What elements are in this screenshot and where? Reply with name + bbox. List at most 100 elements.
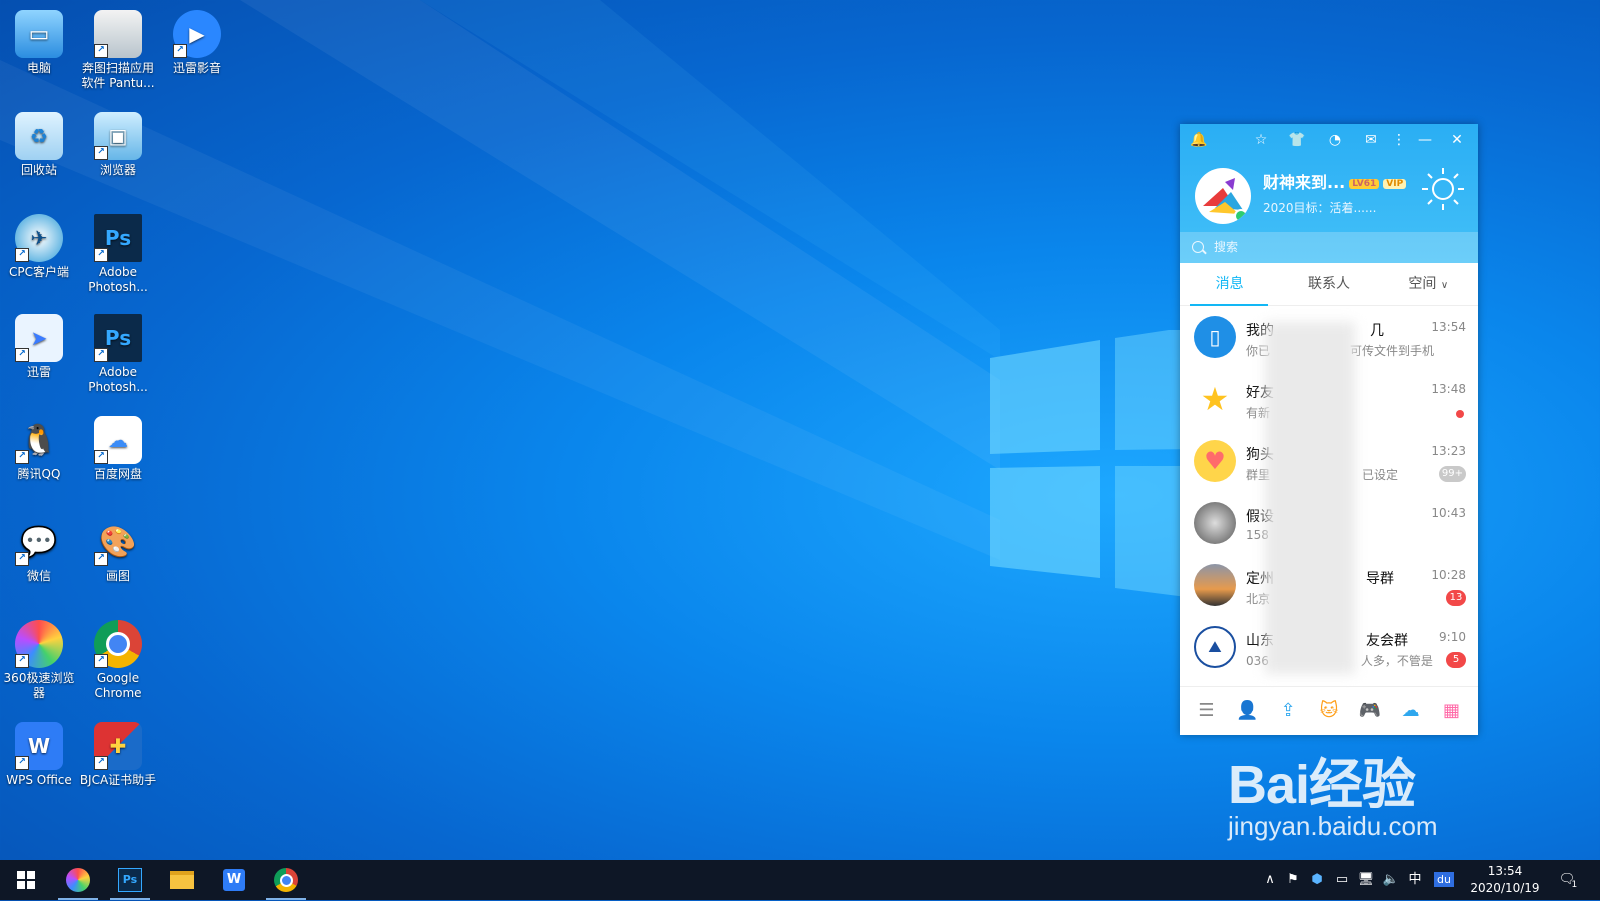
tray-baidu-icon[interactable]: du xyxy=(1434,860,1454,900)
qq-penguin-icon: 🐧 ↗ xyxy=(15,416,63,464)
qq-header: 🔔 ☆ 👕 ◔ ✉ ⋮ — ✕ 财神来到... LV61 VIP 2020目标：活着… xyxy=(1180,124,1478,263)
vip-badge: VIP xyxy=(1383,178,1407,189)
mail-icon[interactable]: ✉ xyxy=(1362,131,1380,149)
taskbar-clock[interactable]: 13:54 2020/10/19 xyxy=(1462,863,1548,897)
desktop-icon-browser[interactable]: ▣ ↗ 浏览器 xyxy=(79,108,157,178)
level-badge: LV61 xyxy=(1349,178,1380,189)
taskbar-wps[interactable]: W xyxy=(210,864,258,896)
unread-count-badge: 13 xyxy=(1446,590,1466,606)
medal-icon[interactable]: ◔ xyxy=(1326,131,1344,149)
notification-count: 1 xyxy=(1571,880,1578,890)
taskbar: Ps W ∧ ⚑ ⬢ ▭ 🖥 🔈 中 du 13:54 2020/10/19 🗨… xyxy=(0,860,1600,900)
wechat-icon: 💬 ↗ xyxy=(15,518,63,566)
desktop-icon-google-chrome[interactable]: ↗ Google Chrome xyxy=(79,616,157,701)
tray-network-icon[interactable]: 🖥 xyxy=(1356,860,1376,900)
desktop-icon-computer[interactable]: ▭ 电脑 xyxy=(0,6,78,76)
game-controller-icon[interactable]: 🎮 xyxy=(1359,700,1381,722)
tray-volume-icon[interactable]: 🔈 xyxy=(1381,860,1401,900)
desktop-icon-wechat[interactable]: 💬 ↗ 微信 xyxy=(0,514,78,584)
360-browser-icon xyxy=(66,868,90,892)
shirt-icon[interactable]: 👕 xyxy=(1288,131,1306,149)
desktop-icon-photoshop-2[interactable]: Ps ↗ Adobe Photosh... xyxy=(79,310,157,395)
tab-messages[interactable]: 消息 xyxy=(1180,263,1279,305)
qq-bottom-toolbar: ☰ 👤 ⇪ 🐱 🎮 ☁ ▦ xyxy=(1180,686,1478,735)
chevron-down-icon: ∨ xyxy=(1440,280,1449,291)
action-center-button[interactable]: 🗨 1 xyxy=(1552,860,1592,900)
friend-star-icon: ★ xyxy=(1194,378,1236,420)
tray-ime-indicator[interactable]: 中 xyxy=(1405,860,1425,900)
qq-titlebar[interactable]: 🔔 ☆ 👕 ◔ ✉ ⋮ — ✕ xyxy=(1180,124,1478,156)
desktop-icon-baidu-netdisk[interactable]: ☁ ↗ 百度网盘 xyxy=(79,412,157,482)
star-icon[interactable]: ☆ xyxy=(1252,131,1270,149)
recycle-bin-icon: ♻ xyxy=(15,112,63,160)
wps-icon: W xyxy=(223,869,245,891)
phone-avatar-icon: ▯ xyxy=(1194,316,1236,358)
pet-icon[interactable]: 🐱 xyxy=(1318,700,1340,722)
baidu-jingyan-watermark: Bai经验 jingyan.baidu.com xyxy=(1228,755,1438,841)
main-menu-icon[interactable]: ☰ xyxy=(1195,700,1217,722)
baidu-netdisk-icon: ☁ ↗ xyxy=(94,416,142,464)
school-logo-avatar: ⛰ xyxy=(1194,626,1236,668)
tray-security-icon[interactable]: ⚑ xyxy=(1283,860,1303,900)
desktop-icon-photoshop-1[interactable]: Ps ↗ Adobe Photosh... xyxy=(79,210,157,295)
scanner-icon: ↗ xyxy=(94,10,142,58)
windows-start-icon xyxy=(17,871,35,889)
privacy-blur xyxy=(1265,322,1355,674)
desktop-icon-wps-office[interactable]: W ↗ WPS Office xyxy=(0,718,78,788)
more-icon[interactable]: ⋮ xyxy=(1390,131,1408,149)
close-icon[interactable]: ✕ xyxy=(1448,131,1466,149)
chrome-icon: ↗ xyxy=(94,620,142,668)
qq-nickname[interactable]: 财神来到... LV61 VIP xyxy=(1263,169,1407,193)
360-browser-icon: ↗ xyxy=(15,620,63,668)
app-grid-icon[interactable]: ▦ xyxy=(1440,700,1462,722)
group-sunset-avatar xyxy=(1194,564,1236,606)
tab-space[interactable]: 空间 ∨ xyxy=(1379,263,1478,305)
add-friend-icon[interactable]: 👤 xyxy=(1236,700,1258,722)
sun-icon[interactable] xyxy=(1420,166,1466,212)
unread-count-badge: 99+ xyxy=(1438,466,1466,482)
folder-icon xyxy=(170,871,194,889)
browser-icon: ▣ ↗ xyxy=(94,112,142,160)
xunlei-icon: ➤ ↗ xyxy=(15,314,63,362)
unread-dot xyxy=(1456,410,1464,418)
chrome-icon xyxy=(274,868,298,892)
file-transfer-icon[interactable]: ⇪ xyxy=(1277,700,1299,722)
taskbar-photoshop[interactable]: Ps xyxy=(106,864,154,900)
desktop-icon-recycle-bin[interactable]: ♻ 回收站 xyxy=(0,108,78,178)
avatar[interactable] xyxy=(1195,168,1251,224)
photoshop-icon: Ps xyxy=(118,868,142,892)
photoshop-icon: Ps ↗ xyxy=(94,214,142,262)
contact-avatar xyxy=(1194,502,1236,544)
qq-bell-icon[interactable]: 🔔 xyxy=(1190,131,1208,149)
computer-icon: ▭ xyxy=(15,10,63,58)
minimize-icon[interactable]: — xyxy=(1416,131,1434,149)
tray-chevron-up-icon[interactable]: ∧ xyxy=(1260,860,1280,900)
desktop-icon-xunlei-player[interactable]: ▶ ↗ 迅雷影音 xyxy=(158,6,236,76)
search-icon xyxy=(1192,241,1204,253)
desktop-icon-bjca[interactable]: ✚ ↗ BJCA证书助手 xyxy=(79,718,157,788)
xunlei-player-icon: ▶ ↗ xyxy=(173,10,221,58)
group-heart-avatar: ♥ xyxy=(1194,440,1236,482)
tray-battery-icon[interactable]: ▭ xyxy=(1332,860,1352,900)
taskbar-file-explorer[interactable] xyxy=(158,864,206,896)
taskbar-360-browser[interactable] xyxy=(54,864,102,900)
cpc-client-icon: ✈ ↗ xyxy=(15,214,63,262)
desktop-icon-xunlei[interactable]: ➤ ↗ 迅雷 xyxy=(0,310,78,380)
wps-icon: W ↗ xyxy=(15,722,63,770)
paint-palette-icon: 🎨 ↗ xyxy=(94,518,142,566)
tab-contacts[interactable]: 联系人 xyxy=(1279,263,1378,305)
desktop-icon-cpc-client[interactable]: ✈ ↗ CPC客户端 xyxy=(0,210,78,280)
desktop-icon-paint[interactable]: 🎨 ↗ 画图 xyxy=(79,514,157,584)
desktop-icon-360-browser[interactable]: ↗ 360极速浏览器 xyxy=(0,616,78,701)
qq-signature[interactable]: 2020目标：活着...... xyxy=(1263,199,1376,216)
start-button[interactable] xyxy=(2,864,50,896)
taskbar-chrome[interactable] xyxy=(262,864,310,900)
qq-tab-bar: 消息 联系人 空间 ∨ xyxy=(1180,263,1478,306)
tray-box-icon[interactable]: ⬢ xyxy=(1307,860,1327,900)
search-input[interactable]: 搜索 xyxy=(1180,232,1478,263)
unread-count-badge: 5 xyxy=(1446,652,1466,668)
cloud-icon[interactable]: ☁ xyxy=(1400,700,1422,722)
desktop-icon-pantum-scan[interactable]: ↗ 奔图扫描应用软件 Pantu... xyxy=(79,6,157,91)
desktop-icon-tencent-qq[interactable]: 🐧 ↗ 腾讯QQ xyxy=(0,412,78,482)
photoshop-icon: Ps ↗ xyxy=(94,314,142,362)
